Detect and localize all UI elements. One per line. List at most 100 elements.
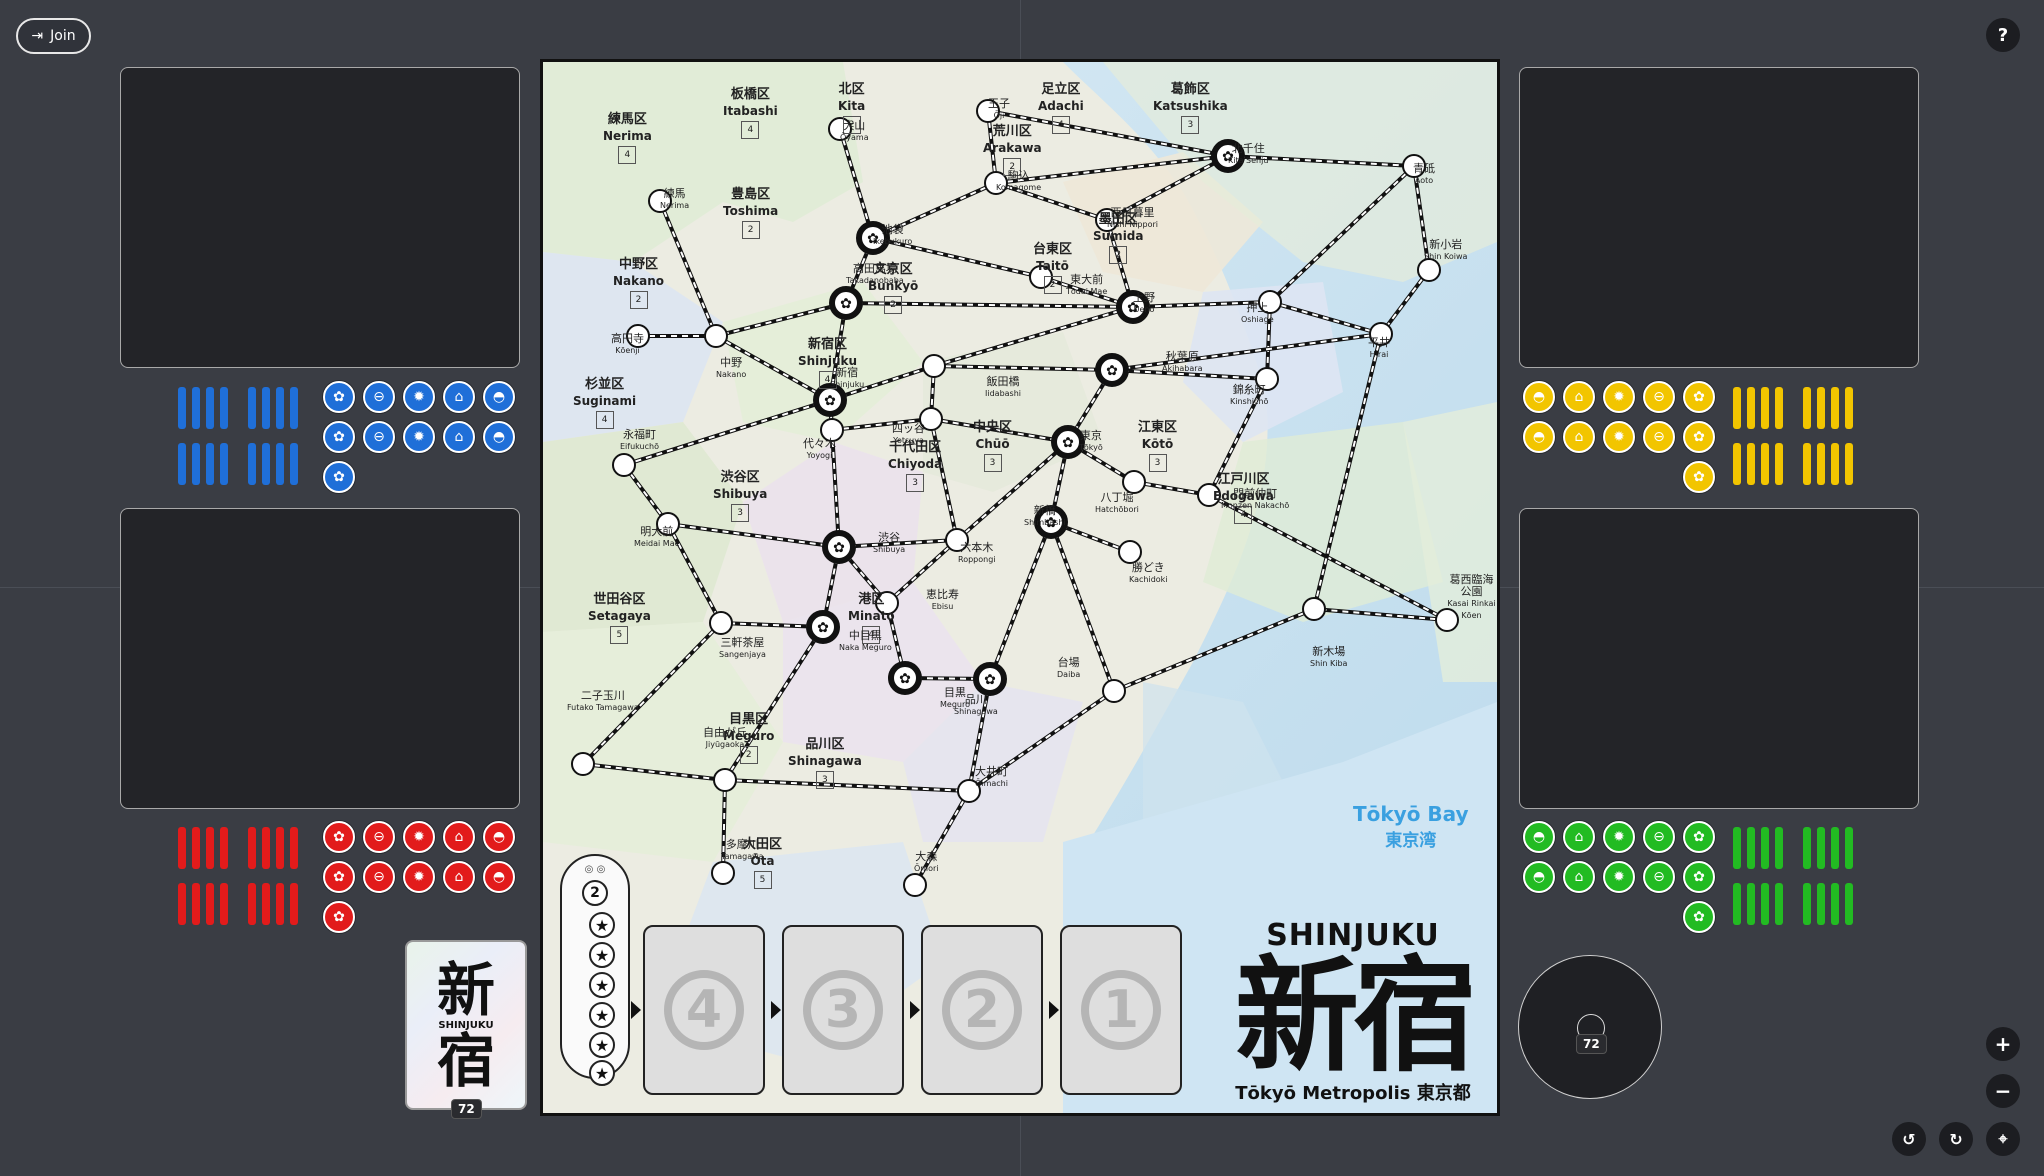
gear-icon[interactable]: ✹: [403, 421, 435, 453]
yellow-track-stick[interactable]: [1775, 443, 1783, 485]
red-track-stick[interactable]: [206, 883, 214, 925]
green-track-stick[interactable]: [1733, 827, 1741, 869]
green-track-stick[interactable]: [1775, 827, 1783, 869]
blue-track-stick[interactable]: [262, 443, 270, 485]
house-icon[interactable]: ⌂: [1563, 821, 1595, 853]
station-node[interactable]: [903, 873, 927, 897]
bowl-icon[interactable]: ◓: [483, 381, 515, 413]
gear-icon[interactable]: ✹: [403, 381, 435, 413]
red-track-stick[interactable]: [248, 883, 256, 925]
car-icon[interactable]: ⊖: [363, 421, 395, 453]
card-slot-1[interactable]: 1: [1060, 925, 1182, 1095]
help-button[interactable]: ?: [1986, 18, 2020, 52]
gear-icon[interactable]: ✹: [1603, 421, 1635, 453]
undo-button[interactable]: ↺: [1892, 1122, 1926, 1156]
red-track-stick[interactable]: [192, 883, 200, 925]
bowl-icon[interactable]: ◓: [483, 421, 515, 453]
station-node[interactable]: [1302, 597, 1326, 621]
blue-track-stick[interactable]: [290, 443, 298, 485]
house-icon[interactable]: ⌂: [1563, 861, 1595, 893]
sakura-icon[interactable]: ✿: [1683, 461, 1715, 493]
blue-track-stick[interactable]: [248, 443, 256, 485]
gear-icon[interactable]: ✹: [1603, 381, 1635, 413]
blue-track-stick[interactable]: [276, 443, 284, 485]
green-track-stick[interactable]: [1775, 883, 1783, 925]
bowl-icon[interactable]: ◓: [1523, 821, 1555, 853]
red-track-stick[interactable]: [262, 827, 270, 869]
green-track-stick[interactable]: [1747, 883, 1755, 925]
bowl-icon[interactable]: ◓: [483, 821, 515, 853]
sakura-icon[interactable]: ✿: [323, 901, 355, 933]
green-track-stick[interactable]: [1733, 883, 1741, 925]
bowl-icon[interactable]: ◓: [483, 861, 515, 893]
zoom-in-button[interactable]: +: [1986, 1027, 2020, 1061]
green-track-stick[interactable]: [1803, 827, 1811, 869]
station-node[interactable]: [612, 453, 636, 477]
station-node[interactable]: [704, 324, 728, 348]
station-node[interactable]: [571, 752, 595, 776]
yellow-track-stick[interactable]: [1761, 443, 1769, 485]
sakura-icon[interactable]: ✿: [1683, 861, 1715, 893]
yellow-track-stick[interactable]: [1831, 443, 1839, 485]
yellow-track-stick[interactable]: [1817, 387, 1825, 429]
yellow-track-stick[interactable]: [1733, 443, 1741, 485]
red-track-stick[interactable]: [178, 827, 186, 869]
green-track-stick[interactable]: [1817, 883, 1825, 925]
station-node[interactable]: [713, 768, 737, 792]
card-slot-3[interactable]: 3: [782, 925, 904, 1095]
car-icon[interactable]: ⊖: [363, 821, 395, 853]
red-track-stick[interactable]: [178, 883, 186, 925]
station-node[interactable]: [922, 354, 946, 378]
station-node[interactable]: [1118, 540, 1142, 564]
gear-icon[interactable]: ✹: [403, 861, 435, 893]
house-icon[interactable]: ⌂: [443, 821, 475, 853]
blue-track-stick[interactable]: [206, 443, 214, 485]
green-track-stick[interactable]: [1747, 827, 1755, 869]
yellow-track-stick[interactable]: [1803, 387, 1811, 429]
station-node[interactable]: [1102, 679, 1126, 703]
yellow-track-stick[interactable]: [1747, 387, 1755, 429]
gear-icon[interactable]: ✹: [1603, 861, 1635, 893]
sakura-icon[interactable]: ✿: [323, 381, 355, 413]
red-track-stick[interactable]: [262, 883, 270, 925]
blue-track-stick[interactable]: [276, 387, 284, 429]
blue-track-stick[interactable]: [248, 387, 256, 429]
discard-pile[interactable]: [1518, 955, 1662, 1099]
station-node[interactable]: [709, 611, 733, 635]
car-icon[interactable]: ⊖: [1643, 421, 1675, 453]
station-node[interactable]: [711, 861, 735, 885]
sakura-icon[interactable]: ✿: [1683, 901, 1715, 933]
red-track-stick[interactable]: [220, 883, 228, 925]
yellow-track-stick[interactable]: [1761, 387, 1769, 429]
yellow-track-stick[interactable]: [1831, 387, 1839, 429]
join-button[interactable]: ⇥ Join: [16, 18, 91, 54]
house-icon[interactable]: ⌂: [443, 421, 475, 453]
bowl-icon[interactable]: ◓: [1523, 861, 1555, 893]
car-icon[interactable]: ⊖: [363, 381, 395, 413]
yellow-track-stick[interactable]: [1747, 443, 1755, 485]
gear-icon[interactable]: ✹: [1603, 821, 1635, 853]
car-icon[interactable]: ⊖: [1643, 861, 1675, 893]
green-track-stick[interactable]: [1845, 827, 1853, 869]
red-track-stick[interactable]: [290, 827, 298, 869]
sakura-icon[interactable]: ✿: [323, 461, 355, 493]
green-track-stick[interactable]: [1845, 883, 1853, 925]
blue-track-stick[interactable]: [192, 387, 200, 429]
bowl-icon[interactable]: ◓: [1523, 421, 1555, 453]
yellow-track-stick[interactable]: [1803, 443, 1811, 485]
green-track-stick[interactable]: [1761, 827, 1769, 869]
car-icon[interactable]: ⊖: [363, 861, 395, 893]
green-track-stick[interactable]: [1803, 883, 1811, 925]
blue-track-stick[interactable]: [220, 387, 228, 429]
green-track-stick[interactable]: [1831, 827, 1839, 869]
red-track-stick[interactable]: [206, 827, 214, 869]
house-icon[interactable]: ⌂: [1563, 381, 1595, 413]
yellow-track-stick[interactable]: [1845, 443, 1853, 485]
yellow-track-stick[interactable]: [1733, 387, 1741, 429]
red-track-stick[interactable]: [248, 827, 256, 869]
blue-track-stick[interactable]: [178, 387, 186, 429]
blue-track-stick[interactable]: [290, 387, 298, 429]
house-icon[interactable]: ⌂: [443, 861, 475, 893]
sakura-icon[interactable]: ✿: [1683, 421, 1715, 453]
house-icon[interactable]: ⌂: [1563, 421, 1595, 453]
